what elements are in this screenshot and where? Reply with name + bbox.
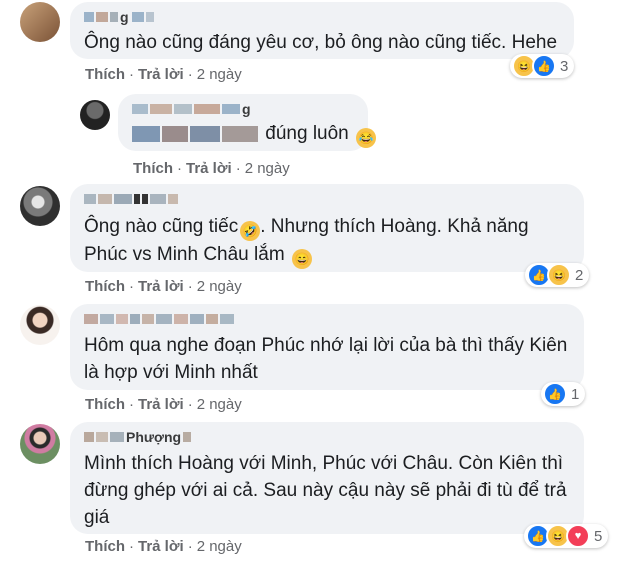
author-name[interactable] <box>84 190 180 206</box>
author-name[interactable] <box>84 310 236 326</box>
separator: · <box>235 160 241 177</box>
timestamp[interactable]: 2 ngày <box>197 396 242 413</box>
comment-text-line-1: Hôm qua nghe đoạn Phúc nhớ lại lời của b… <box>84 335 568 356</box>
comment-text: đúng luôn 😂 <box>132 120 377 148</box>
comment-text-line-3: giá <box>84 507 110 528</box>
like-link[interactable]: Thích <box>85 66 125 83</box>
reaction-summary[interactable]: 👍 1 <box>541 382 586 406</box>
comment-bubble: Phượng Mình thích Hoàng với Minh, Phúc v… <box>70 422 584 534</box>
reply-link[interactable]: Trả lời <box>138 278 184 295</box>
love-icon: ♥ <box>566 524 590 548</box>
comment-actions: Thích · Trả lời · 2 ngày <box>85 66 242 83</box>
like-link[interactable]: Thích <box>85 278 125 295</box>
separator: · <box>187 278 193 295</box>
haha-icon: 😆 <box>547 263 571 287</box>
separator: · <box>129 396 134 413</box>
comment-bubble: g đúng luôn 😂 <box>118 94 377 151</box>
timestamp[interactable]: 2 ngày <box>245 160 290 177</box>
reply-link[interactable]: Trả lời <box>186 160 232 177</box>
reply-link[interactable]: Trả lời <box>138 66 184 83</box>
comment-bubble: g Ông nào cũng đáng yêu cơ, bỏ ông nào c… <box>70 2 574 59</box>
grin-emoji-icon: 😄 <box>291 249 312 269</box>
reply-link[interactable]: Trả lời <box>138 538 184 555</box>
comment-text-line-2: là hợp với Minh nhất <box>84 362 258 383</box>
avatar[interactable] <box>80 100 110 130</box>
reaction-count: 2 <box>575 266 584 284</box>
reaction-summary[interactable]: 👍 😆 2 <box>525 263 590 287</box>
avatar[interactable] <box>20 305 60 345</box>
like-link[interactable]: Thích <box>85 538 125 555</box>
comment-text: Hôm qua nghe đoạn Phúc nhớ lại lời của b… <box>84 332 567 386</box>
author-name[interactable]: Phượng <box>84 428 193 445</box>
author-name[interactable]: g <box>132 100 251 117</box>
separator: · <box>187 396 193 413</box>
comment-actions: Thích · Trả lời · 2 ngày <box>85 396 242 413</box>
comment-text-line-1: Mình thích Hoàng với Minh, Phúc với Châu… <box>84 453 564 474</box>
timestamp[interactable]: 2 ngày <box>197 278 242 295</box>
separator: · <box>177 160 182 177</box>
comment-actions: Thích · Trả lời · 2 ngày <box>85 538 242 555</box>
reaction-count: 5 <box>594 527 603 545</box>
like-icon: 👍 <box>543 382 567 406</box>
comment-actions: Thích · Trả lời · 2 ngày <box>85 278 242 295</box>
like-link[interactable]: Thích <box>133 160 173 177</box>
author-name[interactable]: g <box>84 8 156 25</box>
timestamp[interactable]: 2 ngày <box>197 538 242 555</box>
rofl-emoji-icon: 🤣 <box>240 221 261 241</box>
comment-text-line-3: Phúc vs Minh Châu lắm <box>84 244 285 265</box>
separator: · <box>187 538 193 555</box>
comment-text: Mình thích Hoàng với Minh, Phúc với Châu… <box>84 450 567 531</box>
comment-text-main: đúng luôn <box>265 123 349 144</box>
separator: · <box>129 538 134 555</box>
comment-actions: Thích · Trả lời · 2 ngày <box>133 160 290 177</box>
comment-text-line-2: đừng ghép với ai cả. Sau này cậu này sẽ … <box>84 480 567 501</box>
comment-text: Ông nào cũng đáng yêu cơ, bỏ ông nào cũn… <box>84 32 558 53</box>
avatar[interactable] <box>20 186 60 226</box>
like-link[interactable]: Thích <box>85 396 125 413</box>
laugh-emoji-icon: 😂 <box>356 128 377 148</box>
comment-text: Ông nào cũng tiếc 🤣. Nhưng thích Hoàng. K… <box>84 213 529 269</box>
separator: · <box>129 278 134 295</box>
reply-link[interactable]: Trả lời <box>138 396 184 413</box>
reaction-count: 1 <box>571 385 580 403</box>
comment-bubble: Ông nào cũng tiếc 🤣. Nhưng thích Hoàng. K… <box>70 184 584 272</box>
avatar[interactable] <box>20 2 60 42</box>
comment-text-line-2: . Nhưng thích Hoàng. Khả năng <box>260 216 529 237</box>
comment-text-line-1: Ông nào cũng tiếc <box>84 216 239 237</box>
reaction-count: 3 <box>560 57 569 75</box>
comment-bubble: Hôm qua nghe đoạn Phúc nhớ lại lời của b… <box>70 304 584 390</box>
avatar[interactable] <box>20 424 60 464</box>
separator: · <box>129 66 134 83</box>
reaction-summary[interactable]: 👍 😆 ♥ 5 <box>524 524 609 548</box>
reaction-summary[interactable]: 😆 👍 3 <box>510 54 575 78</box>
separator: · <box>187 66 193 83</box>
timestamp[interactable]: 2 ngày <box>197 66 242 83</box>
like-icon: 👍 <box>532 54 556 78</box>
